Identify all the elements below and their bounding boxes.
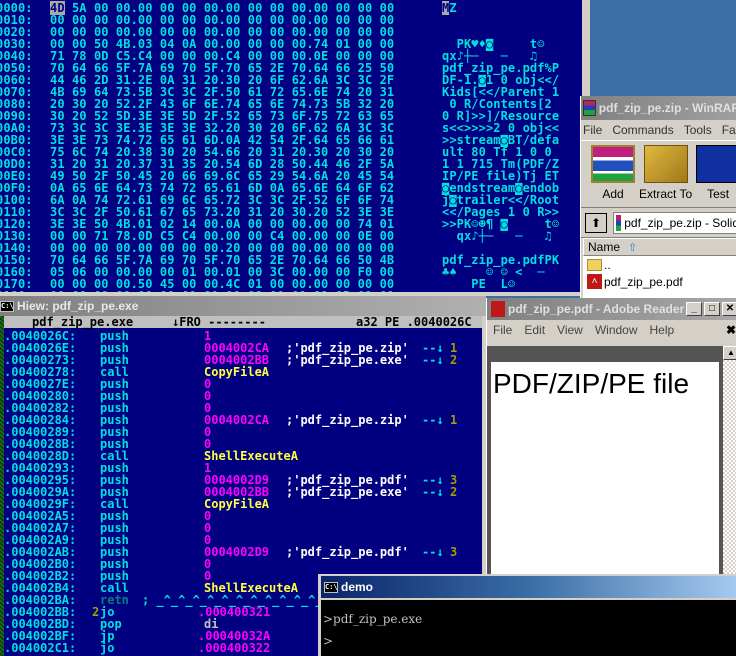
adobe-menu-help[interactable]: Help: [650, 323, 675, 337]
add-button[interactable]: Add: [591, 145, 635, 207]
xref-arrow: --↓: [422, 545, 444, 559]
disasm-operand: ShellExecuteA: [204, 449, 298, 463]
maximize-button[interactable]: □: [704, 302, 720, 316]
adobe-reader-window: pdf_zip_pe.pdf - Adobe Reader _ □ ✕ File…: [486, 298, 736, 576]
hiew-titlebar[interactable]: C:\ Hiew: pdf_zip_pe.exe: [0, 296, 486, 316]
console-output[interactable]: >pdf_zip_pe.exe >: [321, 600, 736, 656]
hiew-status-bar: pdf_zip_pe.exe ↓FRO -------- a32 PE .004…: [4, 316, 482, 328]
adobe-title: pdf_zip_pe.pdf - Adobe Reader: [508, 302, 684, 316]
archive-path-field[interactable]: pdf_zip_pe.zip - Solid: [613, 211, 736, 234]
sort-ascending-icon: ⇧: [628, 241, 638, 254]
extract-folder-icon: [643, 145, 688, 183]
adobe-pdf-icon: [491, 301, 505, 317]
hiew-title: Hiew: pdf_zip_pe.exe: [17, 299, 139, 313]
adobe-menu-view[interactable]: View: [557, 323, 583, 337]
winrar-window: pdf_zip_pe.zip - WinRAR File Commands To…: [580, 96, 736, 308]
vertical-scrollbar[interactable]: ▲: [723, 346, 736, 576]
menu-file[interactable]: File: [583, 123, 602, 137]
console-icon: C:\: [0, 300, 14, 312]
disasm-operand: .000400322: [198, 641, 271, 655]
xref-number: 2: [450, 485, 458, 499]
jump-marker: 2: [92, 605, 100, 619]
hex-ascii: MZ: [442, 1, 457, 15]
disasm-comment: ;'pdf_zip_pe.exe': [286, 353, 409, 367]
list-item-parent[interactable]: ..: [583, 256, 736, 273]
disasm-operand: CopyFileA: [204, 497, 270, 511]
xref-number: 3: [450, 545, 458, 559]
console-line-prompt: >: [323, 634, 334, 648]
winrar-title: pdf_zip_pe.zip - WinRAR: [598, 101, 736, 115]
up-folder-button[interactable]: ⬆: [585, 212, 607, 233]
status-mode: ↓FRO --------: [172, 316, 266, 329]
console-icon: C:\: [324, 581, 338, 593]
xref-arrow: --↓: [422, 485, 444, 499]
xref-number: 1: [450, 413, 458, 427]
adobe-menu-window[interactable]: Window: [595, 323, 638, 337]
status-address: a32 PE .0040026C: [356, 316, 472, 329]
winrar-menubar: File Commands Tools Favorites: [581, 120, 736, 140]
document-area: PDF/ZIP/PE file ▲: [487, 346, 736, 576]
hex-ascii: qx♪┼─ ─ ♫: [442, 229, 552, 243]
pdf-page[interactable]: PDF/ZIP/PE file: [491, 362, 719, 574]
demo-console-window: C:\ demo >pdf_zip_pe.exe >: [318, 574, 736, 656]
menu-favorites[interactable]: Favorites: [722, 123, 736, 137]
pdf-page-text: PDF/ZIP/PE file: [493, 368, 690, 399]
disasm-operand: 0004002D9: [204, 545, 270, 559]
disasm-operand: CopyFileA: [204, 365, 270, 379]
disasm-operand: 0004002CA: [204, 413, 270, 427]
up-arrow-icon: ⬆: [590, 215, 602, 230]
archive-books-icon: [591, 145, 635, 183]
winrar-addressbar: ⬆ pdf_zip_pe.zip - Solid: [581, 208, 736, 238]
status-filename: pdf_zip_pe.exe: [32, 316, 134, 329]
column-header-name[interactable]: Name ⇧: [583, 238, 736, 256]
test-button[interactable]: Test: [696, 145, 736, 207]
winrar-titlebar[interactable]: pdf_zip_pe.zip - WinRAR: [581, 96, 736, 120]
extract-to-button[interactable]: Extract To: [639, 145, 692, 207]
winrar-app-icon: [583, 100, 596, 116]
winrar-toolbar: Add Extract To Test: [581, 140, 736, 208]
demo-title: demo: [341, 580, 374, 594]
disasm-address: .004002C1:: [4, 641, 77, 655]
test-book-icon: [696, 145, 736, 183]
hex-offset: 0180:: [0, 290, 33, 292]
scroll-up-button[interactable]: ▲: [723, 346, 736, 360]
disasm-comment: ;'pdf_zip_pe.zip': [286, 413, 409, 427]
minimize-button[interactable]: _: [686, 302, 702, 316]
close-button[interactable]: ✕: [722, 302, 736, 316]
xref-arrow: --↓: [422, 353, 444, 367]
ascii-cursor: M: [442, 1, 450, 15]
xref-arrow: --↓: [422, 413, 444, 427]
disasm-mnemonic: jo: [100, 641, 115, 655]
list-item-pdf[interactable]: ˄ pdf_zip_pe.pdf: [583, 273, 736, 290]
adobe-titlebar[interactable]: pdf_zip_pe.pdf - Adobe Reader _ □ ✕: [487, 298, 736, 320]
adobe-menu-edit[interactable]: Edit: [524, 323, 545, 337]
archive-icon: [616, 214, 622, 231]
hex-dump-pane[interactable]: 0000:4D 5A 00 00.00 00 00 00.00 00 00 00…: [0, 0, 582, 292]
demo-titlebar[interactable]: C:\ demo: [321, 576, 736, 598]
hex-bytes: 00 00 00 00.00 00 00 00.00 00 00 00.01 0…: [50, 290, 394, 292]
xref-number: 2: [450, 353, 458, 367]
disasm-comment: ;'pdf_zip_pe.pdf': [286, 545, 409, 559]
menu-commands[interactable]: Commands: [612, 123, 673, 137]
hex-ascii: PE L☺: [442, 277, 516, 291]
close-document-icon[interactable]: ✖: [726, 323, 736, 337]
disasm-comment: ;'pdf_zip_pe.exe': [286, 485, 409, 499]
folder-icon: [587, 258, 602, 271]
pdf-file-icon: ˄: [587, 274, 602, 289]
adobe-menubar: File Edit View Window Help ✖: [487, 320, 736, 340]
adobe-menu-file[interactable]: File: [493, 323, 512, 337]
console-line-command: >pdf_zip_pe.exe: [323, 612, 423, 626]
hex-view-window: 0000:4D 5A 00 00.00 00 00 00.00 00 00 00…: [0, 0, 590, 296]
menu-tools[interactable]: Tools: [684, 123, 712, 137]
